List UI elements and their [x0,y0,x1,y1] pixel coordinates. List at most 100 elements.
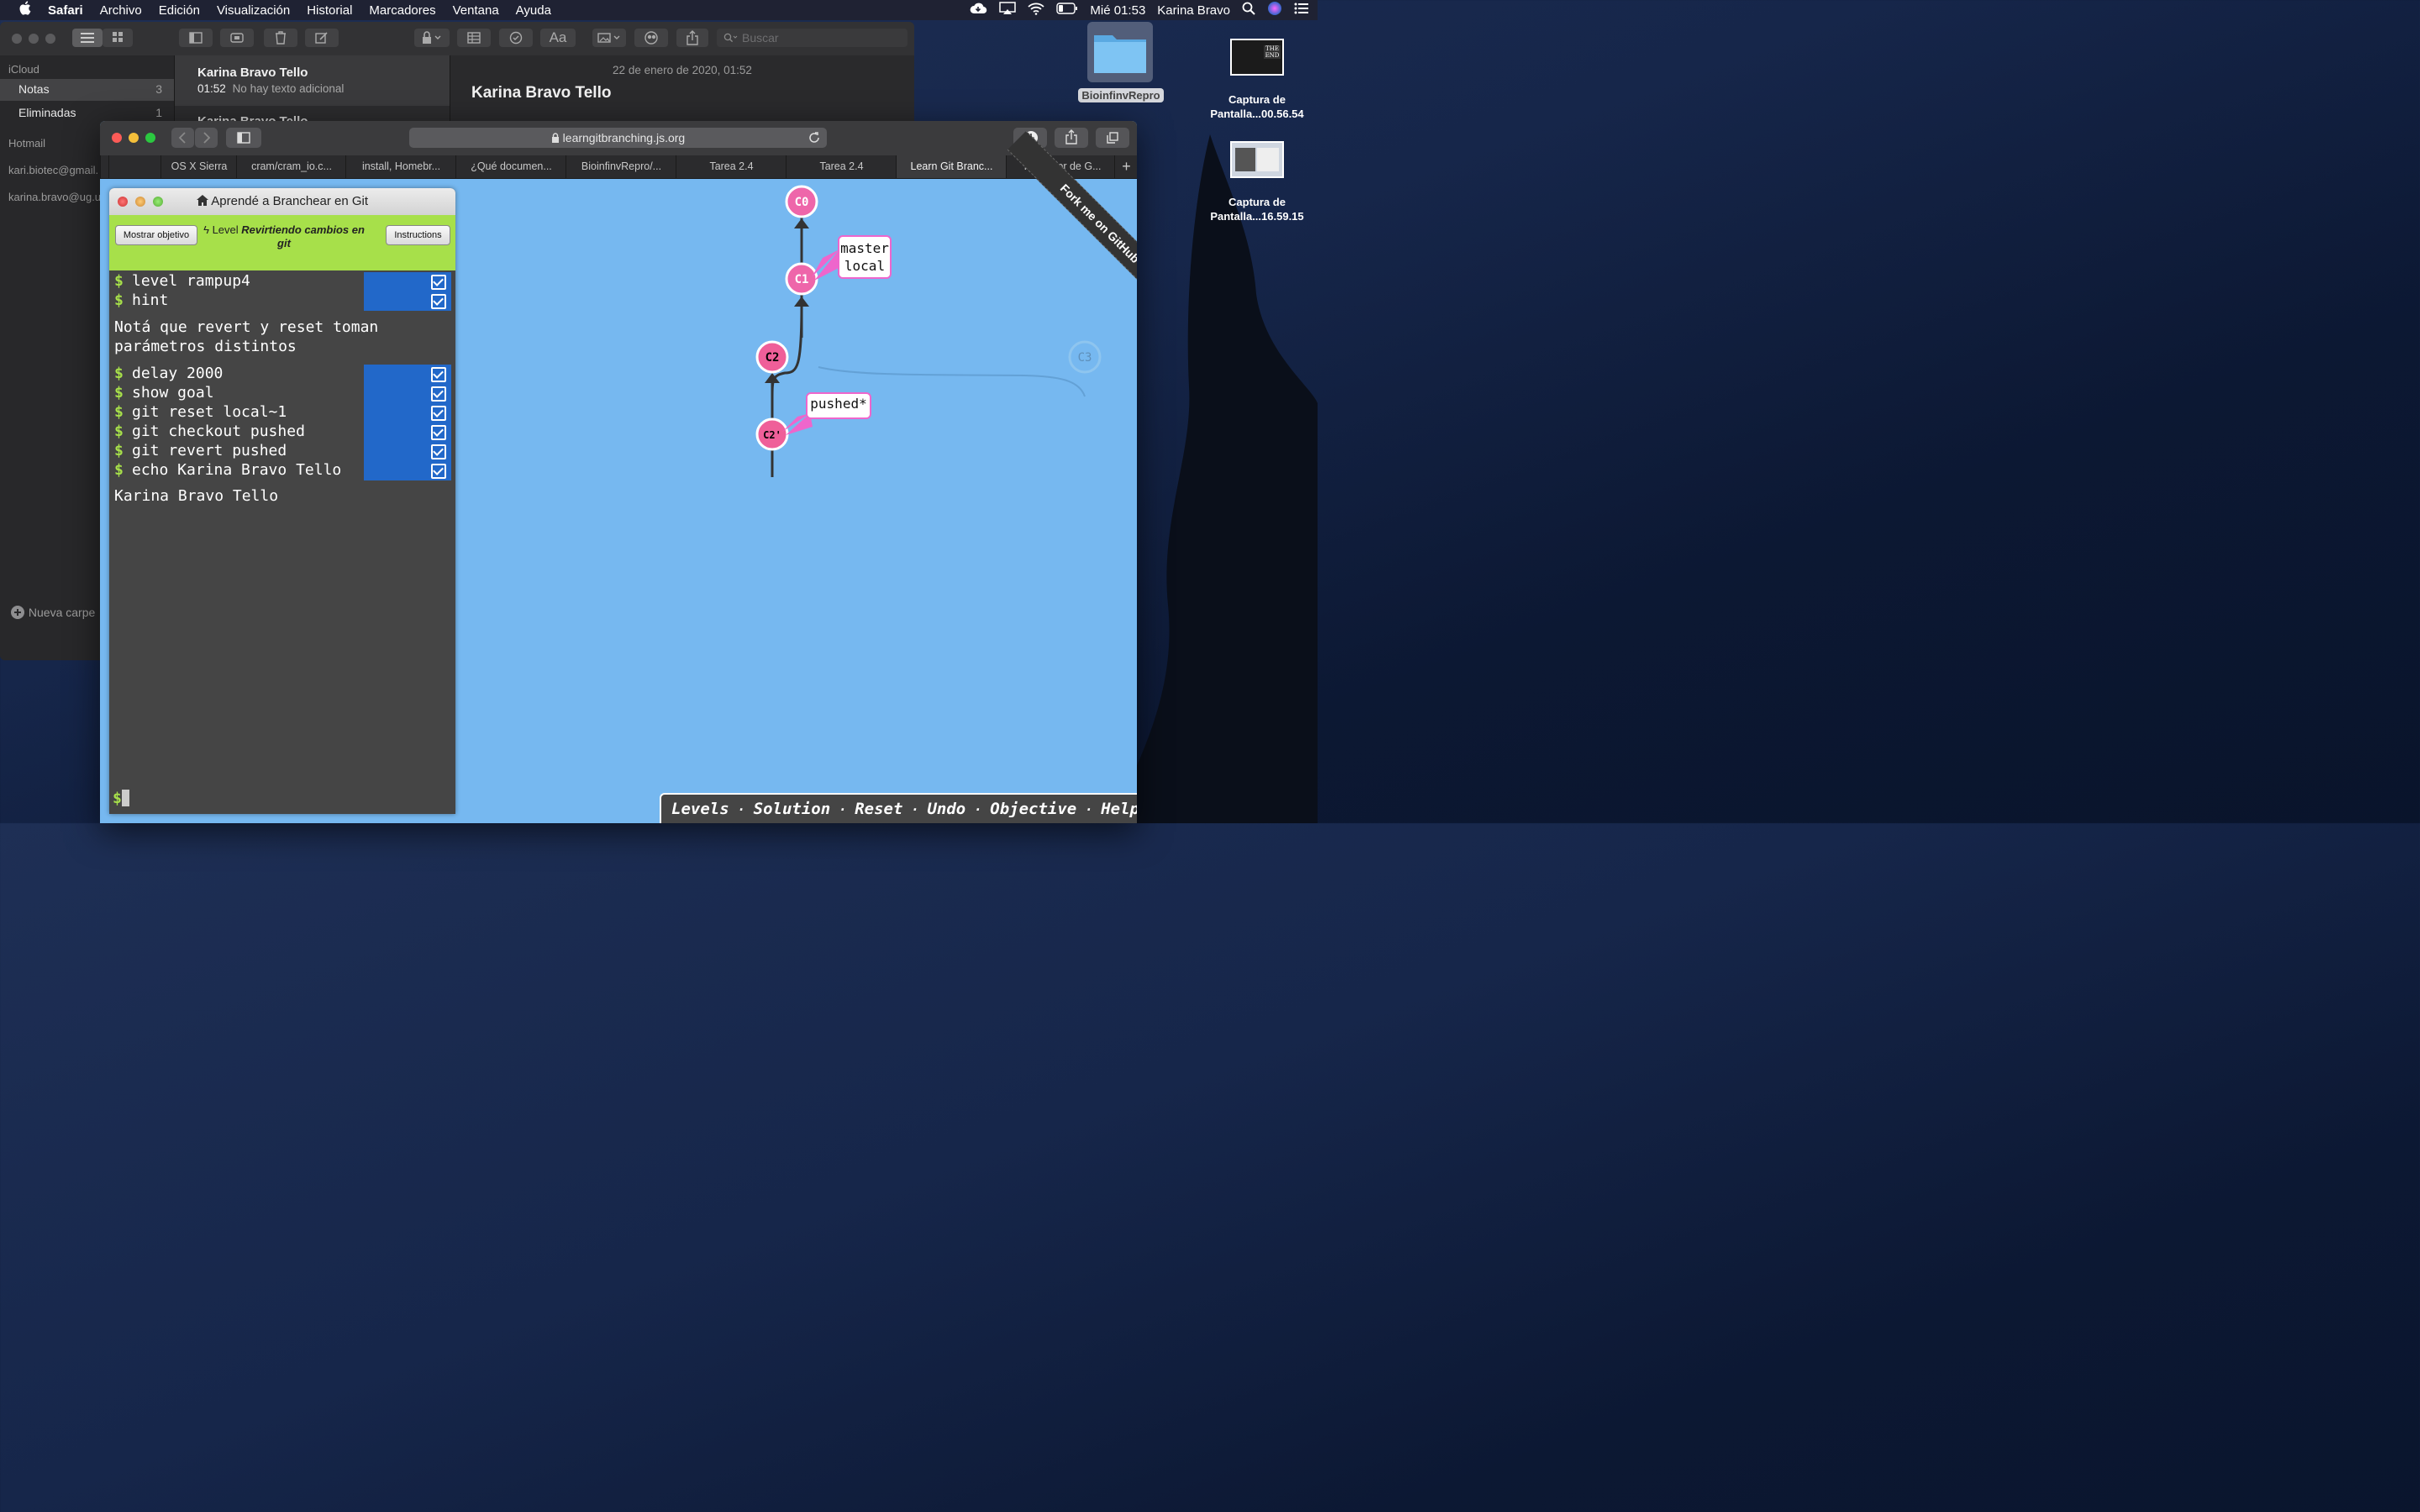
new-folder-button[interactable]: Nueva carpe [10,605,95,620]
command-row: $ git reset local~1 [114,403,451,423]
table-button[interactable] [457,29,491,47]
menu-ventana[interactable]: Ventana [453,3,499,18]
note-date: 22 de enero de 2020, 01:52 [613,64,752,76]
safari-close-button[interactable] [112,133,122,143]
format-button[interactable]: Aa [540,29,576,47]
notes-zoom-button[interactable] [45,34,55,44]
lock-button[interactable] [414,29,450,47]
collaborate-button[interactable] [634,29,668,47]
icloud-icon[interactable] [969,3,987,18]
toggle-sidebar-button[interactable] [179,29,213,47]
battery-icon[interactable] [1056,3,1078,18]
sidebar-account-ug[interactable]: karina.bravo@ug.u [8,191,101,203]
desktop-screenshot-2[interactable]: Captura de Pantalla...16.59.15 [1203,139,1311,223]
desktop-screenshot-1[interactable]: THE END Captura de Pantalla...00.56.54 [1203,37,1311,121]
delete-note-button[interactable] [264,29,297,47]
new-note-button[interactable] [305,29,339,47]
sidebar-account-gmail[interactable]: kari.biotec@gmail. [8,164,98,176]
safari-zoom-button[interactable] [145,133,155,143]
command-row: $ git checkout pushed [114,423,451,442]
exit-icon[interactable] [671,820,685,823]
notes-close-button[interactable] [12,34,22,44]
command-link-reset[interactable]: Reset [855,800,902,818]
command-done-check-icon [364,365,451,384]
new-tab-button[interactable]: + [1114,155,1137,178]
checklist-button[interactable] [499,29,533,47]
menu-ayuda[interactable]: Ayuda [516,3,551,18]
menu-clock[interactable]: Mié 01:53 [1090,3,1145,18]
sidebar-item-count: 3 [155,82,162,96]
show-goal-button[interactable]: Mostrar objetivo [115,225,197,245]
browser-tab[interactable]: BioinfinvRepro/... [566,155,676,178]
apple-menu-icon[interactable] [18,1,31,19]
menu-historial[interactable]: Historial [307,3,352,18]
browser-tab[interactable]: Learn Git Branc... [896,155,1007,178]
list-view-button[interactable] [72,29,103,47]
screenshot-thumbnail [1230,141,1284,178]
browser-tab[interactable]: install, Homebr... [345,155,456,178]
browser-tab[interactable]: OS X Sierra [160,155,237,178]
browser-tab[interactable]: cram/cram_io.c... [236,155,346,178]
instructions-button[interactable]: Instructions [386,225,450,245]
url-text: learngitbranching.js.org [562,131,686,144]
command-link-undo[interactable]: Undo [927,800,965,818]
address-bar[interactable]: learngitbranching.js.org [409,128,827,148]
sidebar-item-label: Notas [18,82,50,96]
safari-minimize-button[interactable] [129,133,139,143]
tab-bar: OS X Sierra cram/cram_io.c... install, Hom… [100,155,1137,179]
menu-marcadores[interactable]: Marcadores [369,3,435,18]
command-input[interactable]: $ [113,790,449,810]
branch-name-local: local [844,258,886,274]
menu-edicion[interactable]: Edición [159,3,200,18]
level-name: Revirtiendo cambios en git [241,223,365,249]
chevron-right-icon [203,132,211,144]
sidebar-toggle-button[interactable] [226,128,261,148]
tab-overview-button[interactable] [1096,128,1129,148]
media-button[interactable] [592,29,626,47]
table-icon [467,32,481,44]
command-link-levels[interactable]: Levels [671,800,729,818]
desktop-folder[interactable]: BioinfinvRepro [1077,22,1165,106]
back-button[interactable] [171,128,194,148]
menu-visualizacion[interactable]: Visualización [217,3,290,18]
notes-minimize-button[interactable] [29,34,39,44]
grid-icon [113,32,123,42]
wifi-icon[interactable] [1028,3,1045,18]
sidebar-header-hotmail: Hotmail [8,137,46,150]
reload-icon[interactable] [808,132,820,144]
tabs-icon [1107,132,1118,144]
browser-tab[interactable] [108,155,161,178]
browser-tab[interactable]: Tarea 2.4 [676,155,786,178]
notes-search-field[interactable]: Buscar [717,29,908,47]
menu-user[interactable]: Karina Bravo [1157,3,1230,18]
command-link-solution[interactable]: Solution [754,800,831,818]
command-done-check-icon [364,272,451,291]
note-list-item[interactable]: Karina Bravo Tello 01:52 No hay texto ad… [175,55,450,106]
gallery-view-button[interactable] [103,29,133,47]
add-circle-icon [11,606,24,619]
add-people-icon [644,31,658,45]
attachments-button[interactable] [220,29,254,47]
command-text: git revert pushed [132,442,287,459]
command-row: $ git revert pushed [114,442,451,461]
airplay-icon[interactable] [999,2,1017,18]
command-link-help[interactable]: Help [1101,800,1137,818]
share-button[interactable] [1055,128,1088,148]
share-button[interactable] [676,29,708,47]
browser-tab[interactable]: Tarea 2.4 [786,155,897,178]
lgb-close-button[interactable] [118,197,128,207]
lgb-minimize-button[interactable] [135,197,145,207]
commit-node-c2-prime: C2' [755,417,789,451]
browser-tab[interactable]: ¿Qué documen... [455,155,566,178]
sidebar-item-notas[interactable]: Notas 3 [0,79,174,101]
menu-archivo[interactable]: Archivo [100,3,142,18]
prompt-symbol: $ [114,442,124,459]
lgb-zoom-button[interactable] [153,197,163,207]
command-link-objective[interactable]: Objective [990,800,1076,818]
menu-app-name[interactable]: Safari [48,3,83,18]
forward-button[interactable] [195,128,218,148]
notification-center-icon[interactable] [1294,3,1309,18]
spotlight-search-icon[interactable] [1242,2,1255,18]
branch-name-master: master [840,240,889,256]
siri-icon[interactable] [1267,1,1282,19]
